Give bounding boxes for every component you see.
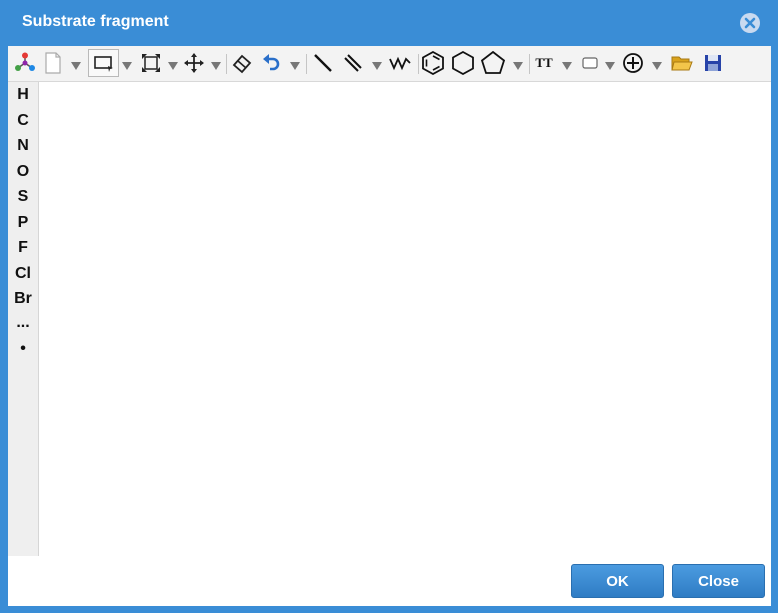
element-p[interactable]: P <box>8 214 38 232</box>
move-icon[interactable] <box>182 50 206 76</box>
new-document-icon[interactable] <box>42 50 64 76</box>
element-f[interactable]: F <box>8 239 38 257</box>
save-icon[interactable] <box>702 50 724 76</box>
radical-button[interactable]: • <box>8 340 38 358</box>
chevron-down-icon[interactable] <box>513 62 523 70</box>
drawing-canvas[interactable] <box>39 82 771 556</box>
toolbar-divider <box>529 54 530 74</box>
toolbar-divider <box>226 54 227 74</box>
dialog-content: TT H C N O S P F Cl Br ... • OK Close <box>8 46 771 606</box>
cyclohexane-icon[interactable] <box>450 50 476 76</box>
chevron-down-icon[interactable] <box>290 62 300 70</box>
open-folder-icon[interactable] <box>670 50 694 76</box>
title-bar: Substrate fragment <box>0 0 778 46</box>
more-elements-button[interactable]: ... <box>8 314 38 332</box>
element-o[interactable]: O <box>8 163 38 181</box>
double-bond-icon[interactable] <box>341 50 365 76</box>
element-c[interactable]: C <box>8 112 38 130</box>
chevron-down-icon[interactable] <box>372 62 382 70</box>
close-button[interactable]: Close <box>672 564 765 598</box>
chevron-down-icon[interactable] <box>168 62 178 70</box>
dialog-footer: OK Close <box>8 556 771 606</box>
dialog-title: Substrate fragment <box>22 13 169 30</box>
chevron-down-icon[interactable] <box>211 62 221 70</box>
transform-icon[interactable] <box>139 50 163 76</box>
eraser-icon[interactable] <box>230 50 254 76</box>
element-cl[interactable]: Cl <box>8 265 38 283</box>
undo-icon[interactable] <box>260 50 282 76</box>
close-icon[interactable] <box>740 13 760 33</box>
element-palette: H C N O S P F Cl Br ... • <box>8 82 39 556</box>
ok-button[interactable]: OK <box>571 564 664 598</box>
editor-toolbar: TT <box>8 46 771 82</box>
benzene-icon[interactable] <box>420 50 446 76</box>
toolbar-divider <box>306 54 307 74</box>
rectangle-select-icon[interactable] <box>88 49 119 77</box>
substrate-fragment-dialog: Substrate fragment TT H C N O S P F Cl B… <box>0 0 778 613</box>
element-br[interactable]: Br <box>8 290 38 308</box>
cyclopentane-icon[interactable] <box>480 50 506 76</box>
single-bond-icon[interactable] <box>311 50 335 76</box>
atom-map-icon[interactable] <box>12 50 38 76</box>
element-h[interactable]: H <box>8 86 38 104</box>
shape-icon[interactable] <box>580 50 600 76</box>
chevron-down-icon[interactable] <box>562 62 572 70</box>
charge-plus-icon[interactable] <box>621 50 645 76</box>
element-n[interactable]: N <box>8 137 38 155</box>
chain-icon[interactable] <box>388 50 412 76</box>
chevron-down-icon[interactable] <box>605 62 615 70</box>
text-icon[interactable]: TT <box>533 50 555 76</box>
chevron-down-icon[interactable] <box>122 62 132 70</box>
toolbar-divider <box>418 54 419 74</box>
chevron-down-icon[interactable] <box>71 62 81 70</box>
element-s[interactable]: S <box>8 188 38 206</box>
chevron-down-icon[interactable] <box>652 62 662 70</box>
